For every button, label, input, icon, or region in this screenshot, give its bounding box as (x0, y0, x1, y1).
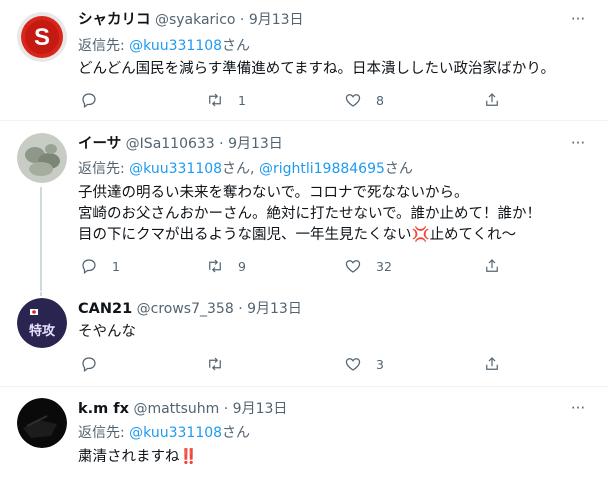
tweet-header: CAN21 @crows7_358 · 9月13日 (78, 299, 302, 319)
more-dots-icon[interactable]: ··· (568, 12, 588, 32)
tweet-text: 粛清されますね‼️ (78, 447, 198, 468)
like-heart-icon (345, 260, 361, 273)
tweet-text-line: 目の下にクマが出るような園児、一年生見たくない💢止めてくれ〜 (78, 225, 541, 246)
user-handle[interactable]: @crows7_358 (137, 301, 234, 317)
more-dots-icon[interactable]: ··· (568, 401, 588, 421)
retweet-icon (209, 357, 221, 371)
thread-line (40, 292, 42, 296)
display-name[interactable]: k.m fx (78, 401, 129, 417)
reply-icon (82, 259, 96, 274)
like-heart-icon (345, 94, 361, 107)
tweet-1[interactable]: S シャカリコ @syakarico · 9月13日 ··· 返信先: @kuu… (0, 0, 608, 119)
mention-link[interactable]: @rightli19884695 (259, 161, 385, 177)
mention-link[interactable]: @kuu331108 (129, 161, 222, 177)
retweet-count: 1 (238, 92, 246, 108)
timestamp[interactable]: 9月13日 (249, 12, 304, 28)
thread-line (40, 187, 42, 291)
tweet-header: k.m fx @mattsuhm · 9月13日 (78, 399, 287, 419)
tweet-text-line: 粛清されますね‼️ (78, 447, 198, 468)
share-icon (486, 259, 498, 272)
separator-dot: · (219, 136, 224, 152)
anger-emoji: 💢 (411, 227, 430, 243)
reply-to-label: 返信先: (78, 161, 130, 177)
retweet-button[interactable]: 9 (206, 255, 246, 277)
reply-to-label: 返信先: (78, 38, 130, 54)
avatar[interactable] (17, 133, 67, 183)
tweet-text-line: どんどん国民を減らす準備進めてますね。日本潰ししたい政治家ばかり。 (78, 61, 556, 77)
tweet-text-segment: 目の下にクマが出るような園児、一年生見たくない (78, 227, 412, 243)
like-heart-icon (345, 358, 361, 371)
svg-text:S: S (34, 24, 50, 51)
action-bar: 1 9 32 (78, 255, 518, 277)
reply-count: 1 (112, 258, 120, 274)
avatar[interactable]: 特攻 (17, 298, 67, 348)
tweet-text: 子供達の明るい未来を奪わないで。コロナで死なないから。 宮崎のお父さんおかーさん… (78, 183, 541, 246)
tweet-text: そやんな (78, 322, 136, 343)
share-icon (486, 357, 498, 370)
display-name[interactable]: シャカリコ (78, 12, 151, 28)
separator-dot: · (238, 301, 243, 317)
user-handle[interactable]: @mattsuhm (133, 401, 219, 417)
share-icon (486, 93, 498, 106)
reply-icon (82, 93, 96, 108)
reply-to-suffix: さん (222, 38, 251, 54)
tweet-text: どんどん国民を減らす準備進めてますね。日本潰ししたい政治家ばかり。 (78, 59, 555, 80)
like-button[interactable]: 3 (344, 353, 384, 375)
like-button[interactable]: 8 (344, 89, 384, 111)
avatar[interactable]: S (17, 12, 67, 62)
reply-to-line: 返信先: @kuu331108さん (78, 36, 250, 56)
reply-to-separator: さん, (222, 161, 259, 177)
like-count: 3 (376, 356, 384, 372)
display-name[interactable]: CAN21 (78, 301, 132, 317)
timestamp[interactable]: 9月13日 (228, 136, 283, 152)
reply-button[interactable]: 1 (80, 255, 120, 277)
action-bar: 3 (78, 353, 518, 375)
user-handle[interactable]: @syakarico (155, 12, 236, 28)
like-button[interactable]: 32 (344, 255, 392, 277)
tweet-text-segment: 粛清されますね (78, 449, 180, 465)
timestamp[interactable]: 9月13日 (233, 401, 288, 417)
reply-to-label: 返信先: (78, 425, 130, 441)
tweet-text-line: そやんな (78, 324, 136, 340)
svg-text:特攻: 特攻 (29, 323, 56, 339)
reply-button[interactable] (80, 89, 112, 111)
retweet-button[interactable] (206, 353, 238, 375)
user-handle[interactable]: @ISa110633 (126, 136, 215, 152)
tweet-text-line: 宮崎のお父さんおかーさん。絶対に打たせないで。誰か止めて！誰か！ (78, 206, 541, 222)
like-count: 32 (376, 258, 392, 274)
separator-dot: · (239, 12, 245, 28)
tweet-text-line: 子供達の明るい未来を奪わないで。コロナで死なないから。 (78, 185, 469, 201)
share-button[interactable] (483, 353, 501, 375)
retweet-button[interactable]: 1 (206, 89, 246, 111)
reply-button[interactable] (80, 353, 112, 375)
reply-to-line: 返信先: @kuu331108さん (78, 423, 250, 443)
retweet-icon (209, 93, 221, 107)
reply-icon (82, 357, 96, 372)
share-button[interactable] (483, 89, 501, 111)
reply-to-suffix: さん (222, 425, 251, 441)
mention-link[interactable]: @kuu331108 (129, 38, 222, 54)
timestamp[interactable]: 9月13日 (247, 301, 302, 317)
double-exclamation-emoji: ‼️ (179, 449, 198, 465)
reply-to-line: 返信先: @kuu331108さん, @rightli19884695さん (78, 159, 413, 179)
separator-dot: · (223, 401, 229, 417)
action-bar: 1 8 (78, 89, 518, 111)
avatar[interactable] (17, 398, 67, 448)
retweet-count: 9 (238, 258, 246, 274)
tweet-2[interactable]: イーサ @ISa110633 · 9月13日 ··· 返信先: @kuu3311… (0, 121, 608, 291)
tweet-header: シャカリコ @syakarico · 9月13日 (78, 10, 304, 30)
tweet-4[interactable]: k.m fx @mattsuhm · 9月13日 ··· 返信先: @kuu33… (0, 387, 608, 479)
more-dots-icon[interactable]: ··· (568, 136, 588, 156)
reply-to-suffix: さん (384, 161, 413, 177)
tweet-3[interactable]: 特攻 CAN21 @crows7_358 · 9月13日 そやんな 3 (0, 292, 608, 386)
mention-link[interactable]: @kuu331108 (129, 425, 222, 441)
like-count: 8 (376, 92, 384, 108)
tweet-text-segment: 止めてくれ〜 (429, 227, 517, 243)
tweet-header: イーサ @ISa110633 · 9月13日 (78, 134, 283, 154)
share-button[interactable] (483, 255, 501, 277)
display-name[interactable]: イーサ (78, 136, 121, 152)
retweet-icon (209, 259, 221, 273)
